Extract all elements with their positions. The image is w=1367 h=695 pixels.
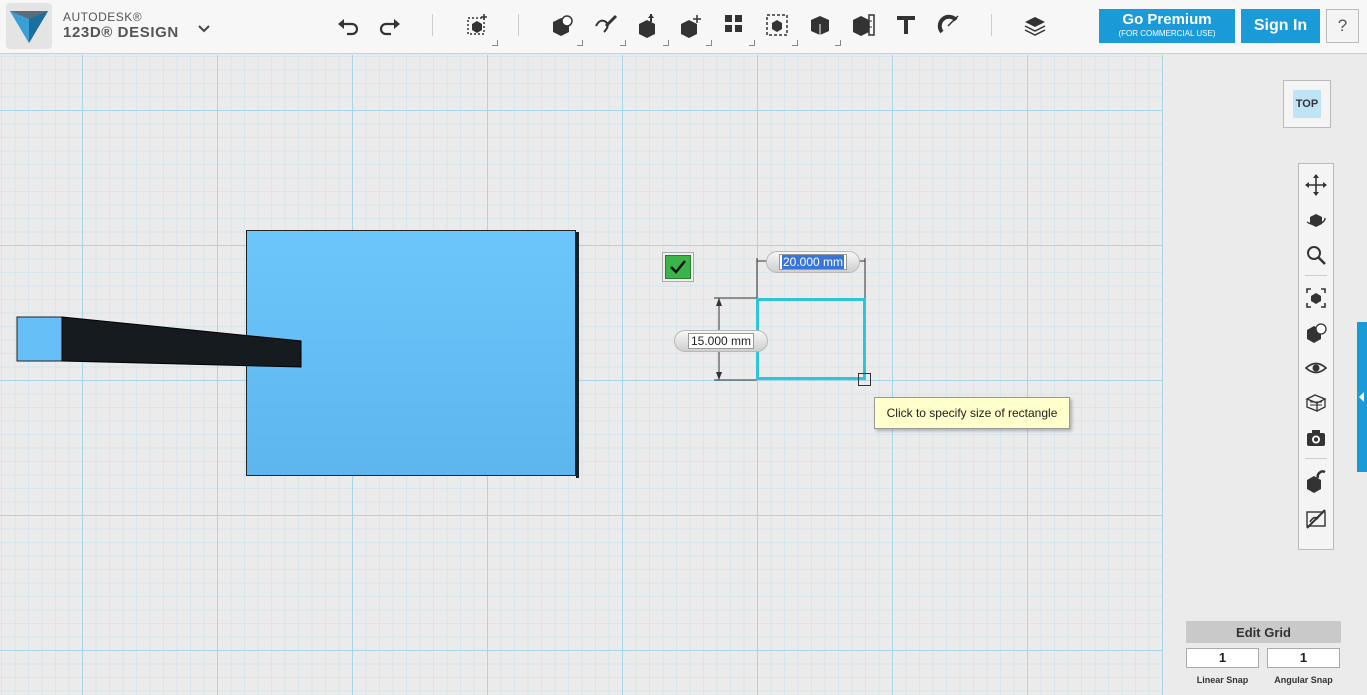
sketch-button[interactable]	[590, 10, 626, 46]
materials-outline-icon	[1305, 394, 1327, 412]
modify-icon	[681, 15, 701, 38]
width-dimension-input[interactable]: 20.000 mm	[778, 254, 848, 270]
text-button[interactable]	[891, 10, 921, 40]
redo-button[interactable]	[375, 10, 405, 40]
hide-sketch-icon	[1306, 509, 1326, 529]
undo-button[interactable]	[333, 10, 363, 40]
pattern-icon	[725, 15, 742, 32]
solid-beam[interactable]	[0, 300, 320, 380]
visibility-icon	[1304, 362, 1328, 374]
screenshot-icon	[1307, 430, 1325, 446]
linear-snap-label: Linear Snap	[1196, 675, 1249, 685]
angular-snap-input[interactable]: 1	[1267, 648, 1340, 668]
app-logo-icon[interactable]	[6, 3, 52, 49]
primitives-icon	[553, 15, 573, 36]
screenshot-button[interactable]	[1303, 425, 1329, 451]
text-icon	[897, 16, 915, 34]
help-button[interactable]: ?	[1326, 9, 1359, 43]
go-premium-label: Go Premium	[1122, 11, 1212, 28]
hide-sketch-button[interactable]	[1303, 506, 1329, 532]
go-premium-sublabel: (FOR COMMERCIAL USE)	[1118, 29, 1216, 38]
visibility-button[interactable]	[1303, 355, 1329, 381]
transform-icon	[467, 14, 487, 35]
rectangle-corner-handle[interactable]	[858, 373, 871, 386]
materials-button[interactable]	[1020, 10, 1050, 40]
width-dimension-pill: 20.000 mm	[766, 251, 860, 273]
snap-settings-button[interactable]	[1303, 469, 1329, 495]
material-view-button[interactable]	[1303, 390, 1329, 416]
sign-in-button[interactable]: Sign In	[1241, 9, 1320, 43]
tooltip: Click to specify size of rectangle	[874, 397, 1070, 429]
snap-settings-icon	[1307, 470, 1326, 493]
angular-snap-label: Angular Snap	[1274, 675, 1333, 685]
transform-button[interactable]	[462, 10, 498, 46]
snap-button[interactable]	[934, 10, 964, 40]
pan-icon	[1305, 174, 1327, 196]
toolbar-divider	[518, 14, 519, 36]
zoom-icon	[1307, 246, 1326, 265]
solid-box-side	[576, 232, 579, 478]
toolbar-divider	[432, 14, 433, 36]
checkmark-icon	[665, 255, 691, 279]
nav-divider	[1305, 458, 1327, 459]
dropdown-caret-icon	[663, 40, 669, 46]
primitives-button[interactable]	[547, 10, 583, 46]
brand-product: 123D® DESIGN	[63, 24, 179, 41]
construct-icon	[639, 14, 655, 38]
redo-icon	[379, 19, 400, 36]
orbit-button[interactable]	[1303, 207, 1329, 233]
navigation-bar	[1298, 163, 1334, 550]
edit-grid-button[interactable]: Edit Grid	[1186, 621, 1341, 643]
dropdown-caret-icon	[792, 40, 798, 46]
dropdown-caret-icon	[492, 40, 498, 46]
grouping-button[interactable]	[762, 10, 798, 46]
height-dimension-input[interactable]: 15.000 mm	[687, 333, 755, 349]
snap-icon	[937, 14, 959, 34]
view-cube[interactable]: TOP	[1283, 80, 1331, 128]
right-panel	[1163, 55, 1367, 695]
modify-button[interactable]	[676, 10, 712, 46]
sketch-icon	[595, 14, 618, 33]
zoom-button[interactable]	[1303, 242, 1329, 268]
combine-icon	[811, 16, 829, 35]
dropdown-caret-icon	[706, 40, 712, 46]
undo-icon	[338, 19, 359, 36]
brand-company: AUTODESK®	[63, 10, 143, 24]
orbit-icon	[1306, 214, 1326, 227]
measure-button[interactable]	[848, 10, 878, 40]
dropdown-caret-icon	[577, 40, 583, 46]
go-premium-button[interactable]: Go Premium (FOR COMMERCIAL USE)	[1099, 9, 1235, 43]
construct-button[interactable]	[633, 10, 669, 46]
dropdown-caret-icon	[835, 40, 841, 46]
height-dimension-pill: 15.000 mm	[674, 330, 768, 352]
main-toolbar: AUTODESK® 123D® DESIGN Go Premium (FOR C…	[0, 0, 1367, 54]
grouping-icon	[766, 14, 788, 36]
view-icon	[1307, 323, 1327, 343]
materials-icon	[1024, 17, 1046, 36]
linear-snap-input[interactable]: 1	[1186, 648, 1259, 668]
chevron-down-icon[interactable]	[193, 17, 215, 39]
toolbar-divider	[991, 14, 992, 36]
dropdown-caret-icon	[620, 40, 626, 46]
pan-button[interactable]	[1303, 172, 1329, 198]
pattern-button[interactable]	[719, 10, 755, 46]
confirm-sketch-button[interactable]	[662, 252, 694, 282]
view-button[interactable]	[1303, 320, 1329, 346]
measure-icon	[853, 14, 875, 36]
sketch-rectangle	[756, 298, 866, 380]
fit-icon	[1306, 288, 1326, 308]
collapse-arrow-icon	[1359, 392, 1364, 402]
fit-button[interactable]	[1303, 285, 1329, 311]
view-cube-face[interactable]: TOP	[1293, 90, 1321, 118]
nav-divider	[1305, 275, 1327, 276]
dropdown-caret-icon	[749, 40, 755, 46]
combine-button[interactable]	[805, 10, 841, 46]
